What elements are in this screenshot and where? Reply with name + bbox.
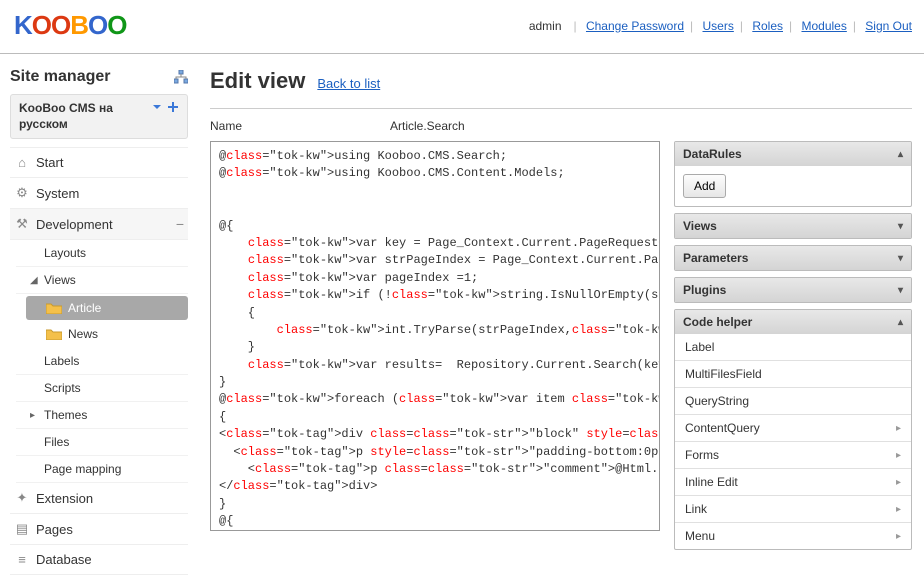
chevron-right-icon: ▸: [896, 477, 901, 488]
top-links: admin| Change Password| Users| Roles| Mo…: [529, 19, 912, 33]
link-users[interactable]: Users: [703, 19, 734, 33]
nav-views[interactable]: ◢Views: [16, 267, 188, 294]
chevron-down-icon: ▾: [898, 285, 903, 296]
chevron-right-icon: ▸: [896, 531, 901, 542]
site-name: KooBoo CMS на русском: [19, 101, 149, 132]
link-sign-out[interactable]: Sign Out: [865, 19, 912, 33]
nav-extension[interactable]: ✦Extension: [10, 483, 188, 514]
codehelper-item[interactable]: Menu▸: [675, 522, 911, 549]
current-user: admin: [529, 19, 562, 33]
nav-database[interactable]: ≡Database: [10, 545, 188, 575]
nav-labels[interactable]: Labels: [16, 348, 188, 375]
code-editor[interactable]: @class="tok-kw">using Kooboo.CMS.Search;…: [210, 141, 660, 531]
nav-scripts[interactable]: Scripts: [16, 375, 188, 402]
codehelper-item[interactable]: ContentQuery▸: [675, 414, 911, 441]
name-label: Name: [210, 119, 390, 133]
codehelper-item[interactable]: Link▸: [675, 495, 911, 522]
panel-datarules: DataRules▴ Add: [674, 141, 912, 207]
add-datarule-button[interactable]: Add: [683, 174, 726, 198]
folder-icon: [46, 328, 62, 340]
page-title: Edit view: [210, 68, 305, 94]
chevron-right-icon: ▸: [896, 423, 901, 434]
name-value: Article.Search: [390, 119, 465, 133]
panel-views-header[interactable]: Views▾: [675, 214, 911, 238]
back-to-list-link[interactable]: Back to list: [317, 76, 380, 91]
codehelper-item[interactable]: Label: [675, 334, 911, 360]
nav-system[interactable]: ⚙System: [10, 178, 188, 209]
folder-icon: [46, 302, 62, 314]
link-change-password[interactable]: Change Password: [586, 19, 684, 33]
sitemap-icon[interactable]: [174, 70, 188, 84]
codehelper-item[interactable]: Inline Edit▸: [675, 468, 911, 495]
panel-datarules-header[interactable]: DataRules▴: [675, 142, 911, 166]
panel-codehelper: Code helper▴ LabelMultiFilesFieldQuerySt…: [674, 309, 912, 550]
nav-themes[interactable]: ▸Themes: [16, 402, 188, 429]
database-icon: ≡: [14, 552, 30, 567]
chevron-right-icon: ▸: [896, 504, 901, 515]
puzzle-icon: ✦: [14, 490, 30, 506]
chevron-up-icon: ▴: [898, 149, 903, 160]
home-icon: ⌂: [14, 155, 30, 170]
nav-views-article[interactable]: Article: [26, 296, 188, 320]
dropdown-icon[interactable]: [151, 101, 163, 113]
nav-development[interactable]: ⚒Development −: [10, 209, 188, 240]
chevron-right-icon: ▸: [896, 450, 901, 461]
link-modules[interactable]: Modules: [801, 19, 846, 33]
chevron-down-icon: ▾: [898, 253, 903, 264]
dev-icon: ⚒: [14, 216, 30, 232]
page-icon: ▤: [14, 521, 30, 537]
nav-files[interactable]: Files: [16, 429, 188, 456]
chevron-up-icon: ▴: [898, 317, 903, 328]
codehelper-item[interactable]: MultiFilesField: [675, 360, 911, 387]
collapse-icon[interactable]: −: [176, 216, 184, 232]
nav-start[interactable]: ⌂Start: [10, 148, 188, 178]
panel-plugins-header[interactable]: Plugins▾: [675, 278, 911, 302]
site-selector[interactable]: KooBoo CMS на русском: [10, 94, 188, 139]
codehelper-item[interactable]: QueryString: [675, 387, 911, 414]
panel-parameters-header[interactable]: Parameters▾: [675, 246, 911, 270]
nav-page-mapping[interactable]: Page mapping: [16, 456, 188, 483]
chevron-down-icon: ▾: [898, 221, 903, 232]
nav-views-news[interactable]: News: [26, 322, 188, 346]
chevron-right-icon: ▸: [30, 410, 40, 421]
nav-pages[interactable]: ▤Pages: [10, 514, 188, 545]
chevron-down-icon: ◢: [30, 275, 40, 286]
gear-icon: ⚙: [14, 185, 30, 201]
panel-codehelper-header[interactable]: Code helper▴: [675, 310, 911, 334]
add-site-icon[interactable]: [167, 101, 179, 113]
site-manager-title: Site manager: [10, 68, 110, 86]
link-roles[interactable]: Roles: [752, 19, 783, 33]
nav-layouts[interactable]: Layouts: [16, 240, 188, 267]
logo: KOOBOO: [14, 10, 127, 41]
codehelper-item[interactable]: Forms▸: [675, 441, 911, 468]
